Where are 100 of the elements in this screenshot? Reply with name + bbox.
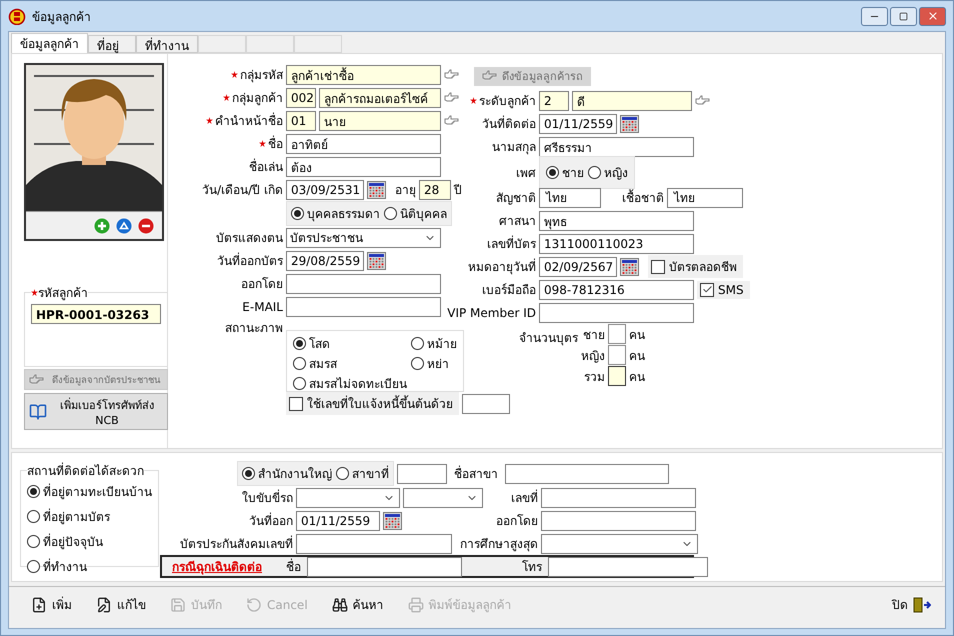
text-field[interactable] xyxy=(286,274,441,294)
field-label: หมดอายุวันที่ xyxy=(468,258,536,276)
radio-option[interactable]: หญิง xyxy=(588,162,628,182)
pointing-hand-icon[interactable] xyxy=(444,68,460,80)
code-field[interactable]: 01 xyxy=(286,110,316,130)
radio-option[interactable]: ที่ทำงาน xyxy=(27,557,152,576)
text-field[interactable] xyxy=(541,510,696,530)
field-label: เบอร์มือถือ xyxy=(482,282,536,299)
edit-file-icon xyxy=(96,596,112,612)
text-field[interactable]: อาทิตย์ xyxy=(286,134,441,154)
count-field[interactable] xyxy=(608,366,626,386)
text-field[interactable]: ไทย xyxy=(539,188,601,208)
text-field[interactable] xyxy=(539,302,694,322)
lookup-field[interactable]: นาย xyxy=(319,110,441,130)
customer-code-field[interactable]: HPR-0001-03263 xyxy=(31,304,161,324)
text-field[interactable] xyxy=(307,556,462,576)
lookup-field[interactable]: ดี xyxy=(572,90,692,110)
branch-number-field[interactable] xyxy=(397,464,447,484)
tab[interactable]: ที่ทำงาน xyxy=(136,35,198,53)
pointing-hand-icon[interactable] xyxy=(444,114,460,126)
undo-icon xyxy=(246,596,262,612)
radio-option[interactable]: นิติบุคคล xyxy=(384,204,447,223)
exit-button[interactable]: ปิด xyxy=(888,593,935,616)
close-icon xyxy=(926,10,938,22)
text-field[interactable] xyxy=(541,488,696,508)
field-label: เพศ xyxy=(516,164,536,182)
field-label: ศาสนา xyxy=(499,213,536,230)
minimize-button[interactable] xyxy=(861,6,888,26)
radio-option[interactable]: สำนักงานใหญ่ xyxy=(242,464,332,483)
radio-option[interactable]: ที่อยู่ตามบัตร xyxy=(27,507,152,526)
remove-icon[interactable] xyxy=(138,218,154,234)
checkbox[interactable]: ใช้เลขที่ใบแจ้งหนี้ขึ้นต้นด้วย xyxy=(286,392,459,415)
date-field[interactable]: 29/08/2559 xyxy=(286,250,364,270)
dropdown[interactable] xyxy=(541,534,698,554)
tab[interactable]: ข้อมูลลูกค้า xyxy=(11,33,88,53)
text-field[interactable]: ศรีธรรมา xyxy=(539,136,694,156)
toolbar-button[interactable]: ค้นหา xyxy=(328,593,388,616)
count-field[interactable] xyxy=(608,324,626,344)
field-label: หญิง xyxy=(581,348,605,364)
code-field[interactable]: 002 xyxy=(286,88,316,108)
date-field[interactable]: 03/09/2531 xyxy=(286,180,364,200)
radio-option[interactable]: ที่อยู่ตามทะเบียนบ้าน xyxy=(27,482,152,501)
field-label: วันที่ออก xyxy=(249,512,293,530)
tab[interactable]: ที่อยู่ xyxy=(88,35,136,53)
text-field[interactable]: ไทย xyxy=(667,188,743,208)
radio-option[interactable]: ชาย xyxy=(546,162,584,182)
text-field[interactable]: ต้อง xyxy=(286,156,441,176)
radio-option[interactable]: สมรสไม่จดทะเบียน xyxy=(293,374,407,393)
radio-option[interactable]: หย่า xyxy=(411,354,449,373)
text-field[interactable]: 1311000110023 xyxy=(539,234,694,254)
radio-option[interactable]: ที่อยู่ปัจจุบัน xyxy=(27,532,152,551)
lookup-field[interactable]: ลูกค้ารถมอเตอร์ไซค์ xyxy=(319,88,441,108)
dropdown[interactable]: บัตรประชาชน xyxy=(286,228,441,248)
radio-option[interactable]: สมรส xyxy=(293,354,337,373)
text-field[interactable] xyxy=(296,534,452,554)
pointing-hand-icon[interactable] xyxy=(695,94,711,106)
pointing-hand-icon[interactable] xyxy=(444,92,460,104)
field-label: บัตรแสดงตน xyxy=(216,230,283,247)
calendar-icon[interactable] xyxy=(620,258,639,276)
lookup-field[interactable]: ลูกค้าเช่าซื้อ xyxy=(286,64,441,84)
dropdown[interactable] xyxy=(296,488,400,508)
text-field[interactable] xyxy=(462,394,510,414)
field-label: วันที่ติดต่อ xyxy=(482,114,536,133)
date-field[interactable]: 01/11/2559 xyxy=(296,510,380,530)
toolbar-button[interactable]: เพิ่ม xyxy=(27,593,76,616)
text-field[interactable]: พุทธ xyxy=(539,210,694,230)
binoculars-icon xyxy=(332,596,348,612)
ncb-button[interactable]: เพิ่มเบอร์โทรศัพท์ส่ง NCB xyxy=(24,393,168,430)
emergency-link[interactable]: กรณีฉุกเฉินติดต่อ xyxy=(172,557,262,576)
text-field[interactable] xyxy=(286,296,441,316)
up-icon[interactable] xyxy=(116,218,132,234)
date-field[interactable]: 02/09/2567 xyxy=(539,256,617,276)
close-button[interactable] xyxy=(919,6,946,26)
text-field[interactable]: 098-7812316 xyxy=(539,280,694,300)
radio-option[interactable]: โสด xyxy=(293,334,330,353)
window-title: ข้อมูลลูกค้า xyxy=(32,8,91,26)
radio-option[interactable]: สาขาที่ xyxy=(336,464,389,483)
field-label: นามสกุล xyxy=(492,139,536,156)
radio-option[interactable]: บุคคลธรรมดา xyxy=(291,204,380,223)
dropdown[interactable] xyxy=(403,488,483,508)
text-field[interactable] xyxy=(548,556,708,576)
branch-name-field[interactable] xyxy=(505,464,669,484)
calendar-icon[interactable] xyxy=(367,252,386,270)
new-file-icon xyxy=(31,596,47,612)
field-label: สัญชาติ xyxy=(496,190,536,207)
code-field[interactable]: 2 xyxy=(539,90,569,110)
count-field[interactable] xyxy=(608,345,626,365)
calendar-icon[interactable] xyxy=(620,114,639,132)
maximize-button[interactable] xyxy=(890,6,917,26)
age-field[interactable]: 28 xyxy=(419,180,451,200)
app-icon xyxy=(8,7,26,25)
calendar-icon[interactable] xyxy=(367,180,386,198)
checkbox[interactable]: บัตรตลอดชีพ xyxy=(648,255,743,278)
date-field[interactable]: 01/11/2559 xyxy=(539,114,617,134)
add-icon[interactable] xyxy=(94,218,110,234)
checkbox[interactable]: SMS xyxy=(697,280,750,298)
radio-option[interactable]: หม้าย xyxy=(411,334,457,353)
calendar-icon[interactable] xyxy=(383,512,402,530)
field-label: สถานะภาพ xyxy=(225,320,283,337)
toolbar-button[interactable]: แก้ไข xyxy=(92,593,150,616)
